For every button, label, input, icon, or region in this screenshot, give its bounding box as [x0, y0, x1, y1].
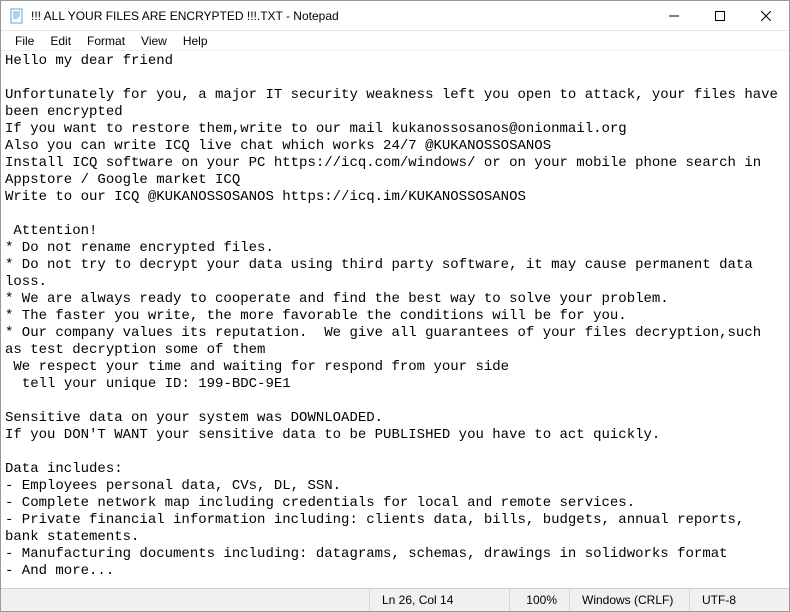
minimize-button[interactable]: [651, 1, 697, 31]
status-line-ending: Windows (CRLF): [569, 589, 689, 611]
menu-bar: File Edit Format View Help: [1, 31, 789, 51]
menu-view[interactable]: View: [133, 32, 175, 50]
status-bar: Ln 26, Col 14 100% Windows (CRLF) UTF-8: [1, 588, 789, 611]
window-title: !!! ALL YOUR FILES ARE ENCRYPTED !!!.TXT…: [25, 9, 651, 23]
notepad-icon: [9, 8, 25, 24]
title-bar[interactable]: !!! ALL YOUR FILES ARE ENCRYPTED !!!.TXT…: [1, 1, 789, 31]
close-button[interactable]: [743, 1, 789, 31]
status-zoom: 100%: [509, 589, 569, 611]
status-cursor-position: Ln 26, Col 14: [369, 589, 509, 611]
maximize-button[interactable]: [697, 1, 743, 31]
menu-edit[interactable]: Edit: [42, 32, 79, 50]
text-editor[interactable]: [1, 51, 789, 588]
status-encoding: UTF-8: [689, 589, 789, 611]
window-controls: [651, 1, 789, 30]
editor-area: [1, 51, 789, 588]
notepad-window: !!! ALL YOUR FILES ARE ENCRYPTED !!!.TXT…: [0, 0, 790, 612]
menu-file[interactable]: File: [7, 32, 42, 50]
menu-format[interactable]: Format: [79, 32, 133, 50]
status-spacer: [1, 589, 369, 611]
menu-help[interactable]: Help: [175, 32, 216, 50]
